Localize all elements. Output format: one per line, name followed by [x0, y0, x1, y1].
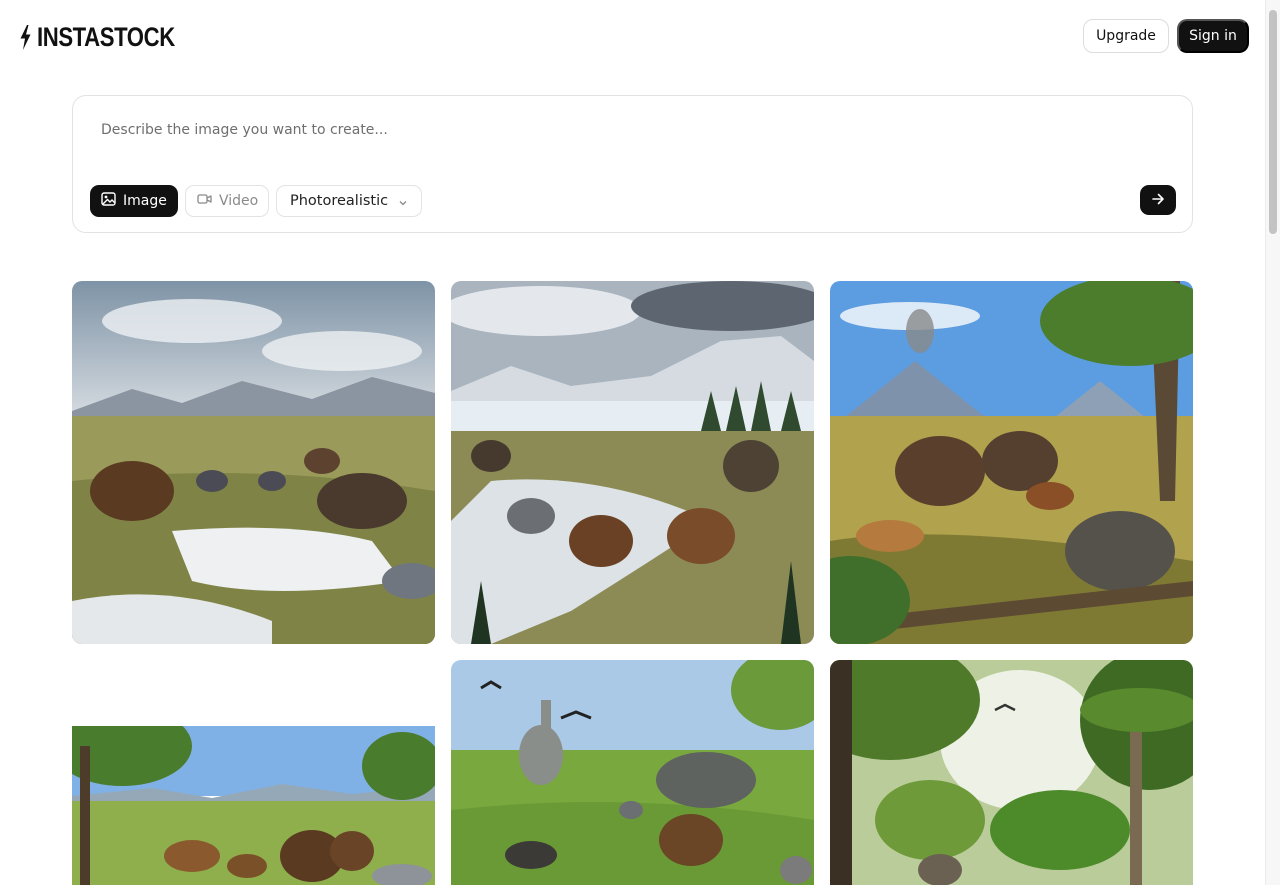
page-scrollbar[interactable]: [1265, 0, 1280, 885]
generate-submit-button[interactable]: [1140, 185, 1176, 215]
video-camera-icon: [197, 193, 212, 209]
gallery-image[interactable]: [830, 281, 1193, 644]
lightning-bolt-icon: [20, 24, 31, 50]
brand-name: INSTASTOCK: [37, 22, 175, 52]
gallery-image[interactable]: [830, 660, 1193, 885]
style-dropdown-value: Photorealistic: [290, 193, 389, 209]
mode-image-label: Image: [123, 193, 167, 209]
arrow-right-icon: [1151, 192, 1165, 209]
gallery-image[interactable]: [451, 281, 814, 644]
gallery-image[interactable]: [72, 281, 435, 644]
prompt-input[interactable]: [101, 122, 1101, 138]
gallery-image[interactable]: [72, 726, 435, 885]
mode-image-toggle[interactable]: Image: [90, 185, 178, 217]
mode-video-toggle[interactable]: Video: [185, 185, 269, 217]
upgrade-button[interactable]: Upgrade: [1083, 19, 1169, 53]
style-dropdown[interactable]: Photorealistic: [276, 185, 422, 217]
chevron-down-icon: [398, 196, 408, 212]
gallery-image[interactable]: [451, 660, 814, 885]
brand-logo[interactable]: INSTASTOCK: [20, 22, 205, 52]
prompt-panel: Image Video Photorealistic: [72, 95, 1193, 233]
mode-video-label: Video: [219, 193, 259, 209]
scrollbar-thumb[interactable]: [1269, 10, 1277, 234]
image-icon: [101, 192, 116, 210]
sign-in-button[interactable]: Sign in: [1177, 19, 1249, 53]
